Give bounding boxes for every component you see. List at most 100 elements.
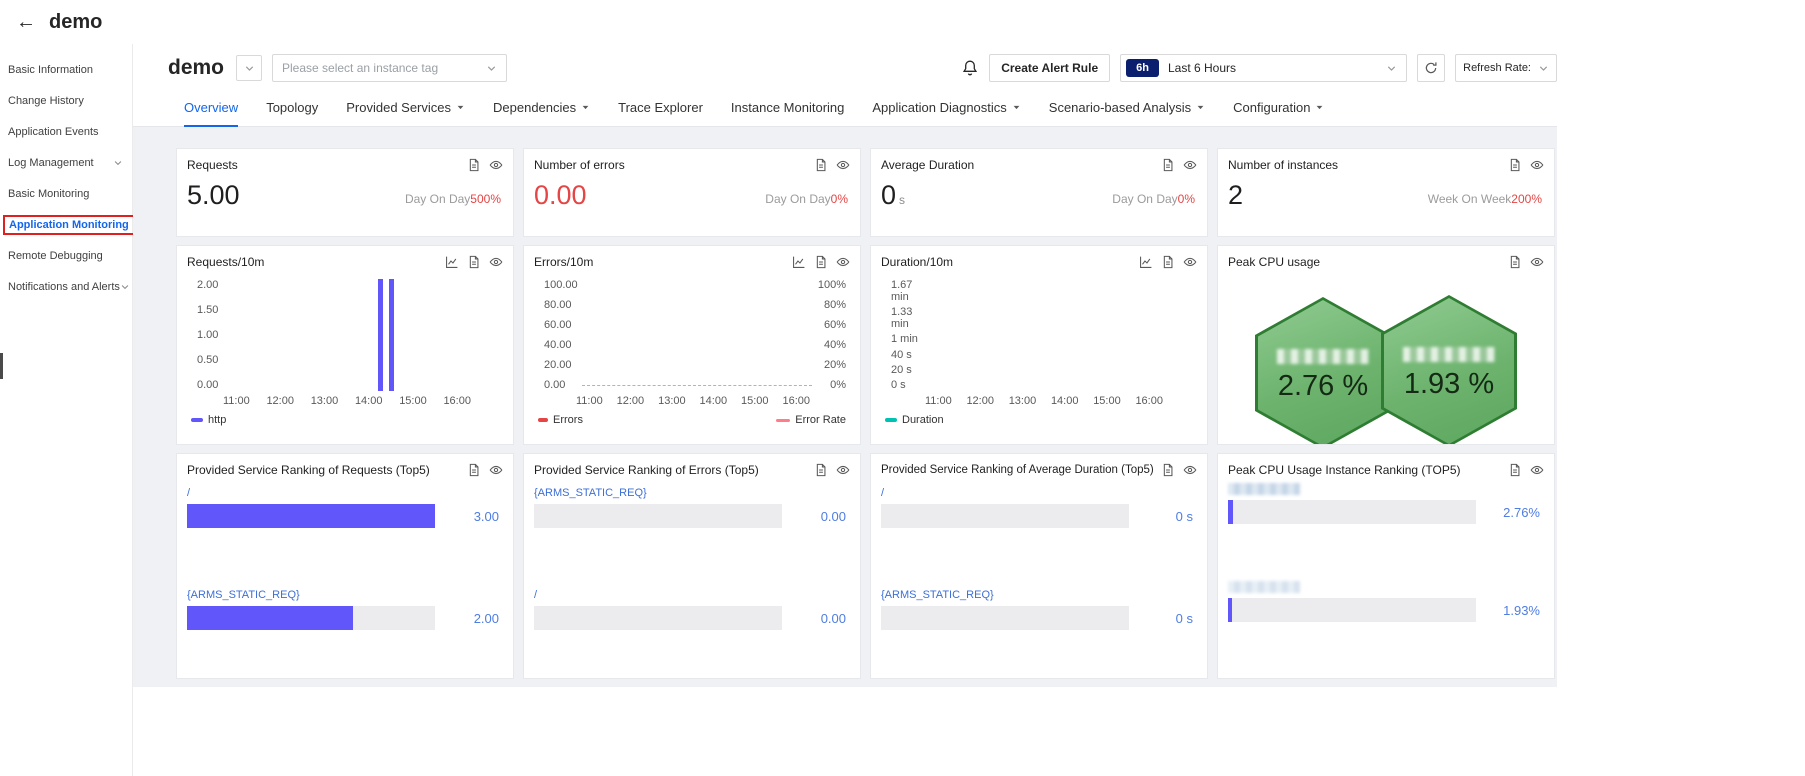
tab-label: Instance Monitoring xyxy=(731,100,844,115)
sidebar-item-log-management[interactable]: Log Management xyxy=(0,147,132,178)
rank-item: / 0.00 xyxy=(534,585,846,630)
eye-icon[interactable] xyxy=(489,255,503,269)
legend-item-http[interactable]: http xyxy=(191,414,226,426)
tick: 11:00 xyxy=(223,395,250,407)
card-title: Average Duration xyxy=(881,158,974,172)
sidebar-item-application-events[interactable]: Application Events xyxy=(0,116,132,147)
tick: 12:00 xyxy=(966,395,994,407)
legend-item-errors[interactable]: Errors xyxy=(538,414,583,426)
report-icon[interactable] xyxy=(1161,255,1175,269)
tab-overview[interactable]: Overview xyxy=(184,90,238,127)
refresh-rate-select[interactable]: Refresh Rate: xyxy=(1455,54,1557,82)
chevron-down-icon xyxy=(1538,63,1549,74)
report-icon[interactable] xyxy=(1508,255,1522,269)
kpi-value: 0s xyxy=(881,180,905,211)
rank-value: 0 s xyxy=(1141,611,1193,626)
sidebar-item-notifications-and-alerts[interactable]: Notifications and Alerts xyxy=(0,271,132,302)
duration-line-plot[interactable] xyxy=(931,279,1193,391)
service-link[interactable]: {ARMS_STATIC_REQ} xyxy=(881,589,994,602)
time-range-select[interactable]: 6h Last 6 Hours xyxy=(1120,54,1407,82)
tab-topology[interactable]: Topology xyxy=(266,90,318,126)
rank-bar xyxy=(534,606,782,630)
eye-icon[interactable] xyxy=(489,463,503,477)
card-title: Provided Service Ranking of Errors (Top5… xyxy=(534,463,759,477)
eye-icon[interactable] xyxy=(1530,255,1544,269)
report-icon[interactable] xyxy=(1508,463,1522,477)
eye-icon[interactable] xyxy=(1530,463,1544,477)
card-title: Requests/10m xyxy=(187,255,264,269)
cpu-hexagon-instance-1[interactable]: 2.76 % xyxy=(1255,297,1391,445)
eye-icon[interactable] xyxy=(836,158,850,172)
eye-icon[interactable] xyxy=(1183,463,1197,477)
legend-item-error-rate[interactable]: Error Rate xyxy=(776,414,846,426)
tab-label: Trace Explorer xyxy=(618,100,703,115)
page-title: demo xyxy=(168,56,224,80)
service-link[interactable]: / xyxy=(881,487,884,500)
report-icon[interactable] xyxy=(1161,158,1175,172)
sidebar-item-remote-debugging[interactable]: Remote Debugging xyxy=(0,240,132,271)
line-chart-icon[interactable] xyxy=(445,255,459,269)
refresh-icon xyxy=(1424,61,1438,75)
sidebar-item-application-monitoring[interactable]: Application Monitoring xyxy=(0,209,132,240)
rank-card-requests-top5: Provided Service Ranking of Requests (To… xyxy=(176,453,514,679)
chevron-down-icon xyxy=(113,158,123,168)
eye-icon[interactable] xyxy=(1183,158,1197,172)
sidebar-item-label: Basic Information xyxy=(8,64,93,76)
errors-line-plot[interactable] xyxy=(580,279,814,391)
tick: 15:00 xyxy=(1093,395,1121,407)
line-chart-icon[interactable] xyxy=(792,255,806,269)
refresh-button[interactable] xyxy=(1417,54,1445,82)
service-link[interactable]: {ARMS_STATIC_REQ} xyxy=(187,589,300,602)
sidebar-item-label: Basic Monitoring xyxy=(8,188,89,200)
report-icon[interactable] xyxy=(814,158,828,172)
eye-icon[interactable] xyxy=(836,255,850,269)
x-axis: 11:00 12:00 13:00 14:00 15:00 16:00 xyxy=(925,395,1163,407)
eye-icon[interactable] xyxy=(489,158,503,172)
requests-bar-plot[interactable] xyxy=(225,279,499,391)
tab-instance-monitoring[interactable]: Instance Monitoring xyxy=(731,90,844,126)
report-icon[interactable] xyxy=(467,463,481,477)
tick: 60% xyxy=(814,319,846,331)
instance-tag-placeholder: Please select an instance tag xyxy=(282,61,438,75)
sidebar-item-change-history[interactable]: Change History xyxy=(0,85,132,116)
eye-icon[interactable] xyxy=(1183,255,1197,269)
dropdown-caret-icon xyxy=(1315,103,1324,112)
alarm-bell-button[interactable] xyxy=(961,59,979,77)
back-arrow-icon[interactable]: ← xyxy=(16,11,36,34)
report-icon[interactable] xyxy=(467,255,481,269)
tab-application-diagnostics[interactable]: Application Diagnostics xyxy=(872,90,1020,126)
cpu-hexagon-instance-2[interactable]: 1.93 % xyxy=(1381,295,1517,445)
redacted-instance-name xyxy=(1403,347,1495,362)
tab-provided-services[interactable]: Provided Services xyxy=(346,90,465,126)
kpi-card-number-of-instances: Number of instances 2 Week On Week200% xyxy=(1217,148,1555,237)
service-link[interactable]: / xyxy=(187,487,190,500)
service-link[interactable]: / xyxy=(534,589,537,602)
sidebar-item-label: Application Events xyxy=(8,126,99,138)
create-alert-rule-button[interactable]: Create Alert Rule xyxy=(989,54,1110,82)
line-chart-icon[interactable] xyxy=(1139,255,1153,269)
tab-configuration[interactable]: Configuration xyxy=(1233,90,1324,126)
tab-scenario-based-analysis[interactable]: Scenario-based Analysis xyxy=(1049,90,1205,126)
tab-trace-explorer[interactable]: Trace Explorer xyxy=(618,90,703,126)
report-icon[interactable] xyxy=(814,463,828,477)
instance-tag-select[interactable]: Please select an instance tag xyxy=(272,54,507,82)
report-icon[interactable] xyxy=(1161,463,1175,477)
sidebar-item-basic-information[interactable]: Basic Information xyxy=(0,54,132,85)
report-icon[interactable] xyxy=(814,255,828,269)
sidebar-item-basic-monitoring[interactable]: Basic Monitoring xyxy=(0,178,132,209)
tick: 0 s xyxy=(891,379,931,391)
tab-dependencies[interactable]: Dependencies xyxy=(493,90,590,126)
rank-value: 0.00 xyxy=(794,509,846,524)
service-link[interactable]: {ARMS_STATIC_REQ} xyxy=(534,487,647,500)
tab-label: Provided Services xyxy=(346,100,451,115)
app-switcher-dropdown-button[interactable] xyxy=(236,55,262,81)
report-icon[interactable] xyxy=(467,158,481,172)
bar-http xyxy=(389,279,394,391)
scrollbar-thumb[interactable] xyxy=(0,353,3,379)
eye-icon[interactable] xyxy=(1530,158,1544,172)
rank-bar xyxy=(1228,598,1476,622)
kpi-compare: Week On Week200% xyxy=(1428,192,1542,211)
eye-icon[interactable] xyxy=(836,463,850,477)
legend-item-duration[interactable]: Duration xyxy=(885,414,944,426)
report-icon[interactable] xyxy=(1508,158,1522,172)
